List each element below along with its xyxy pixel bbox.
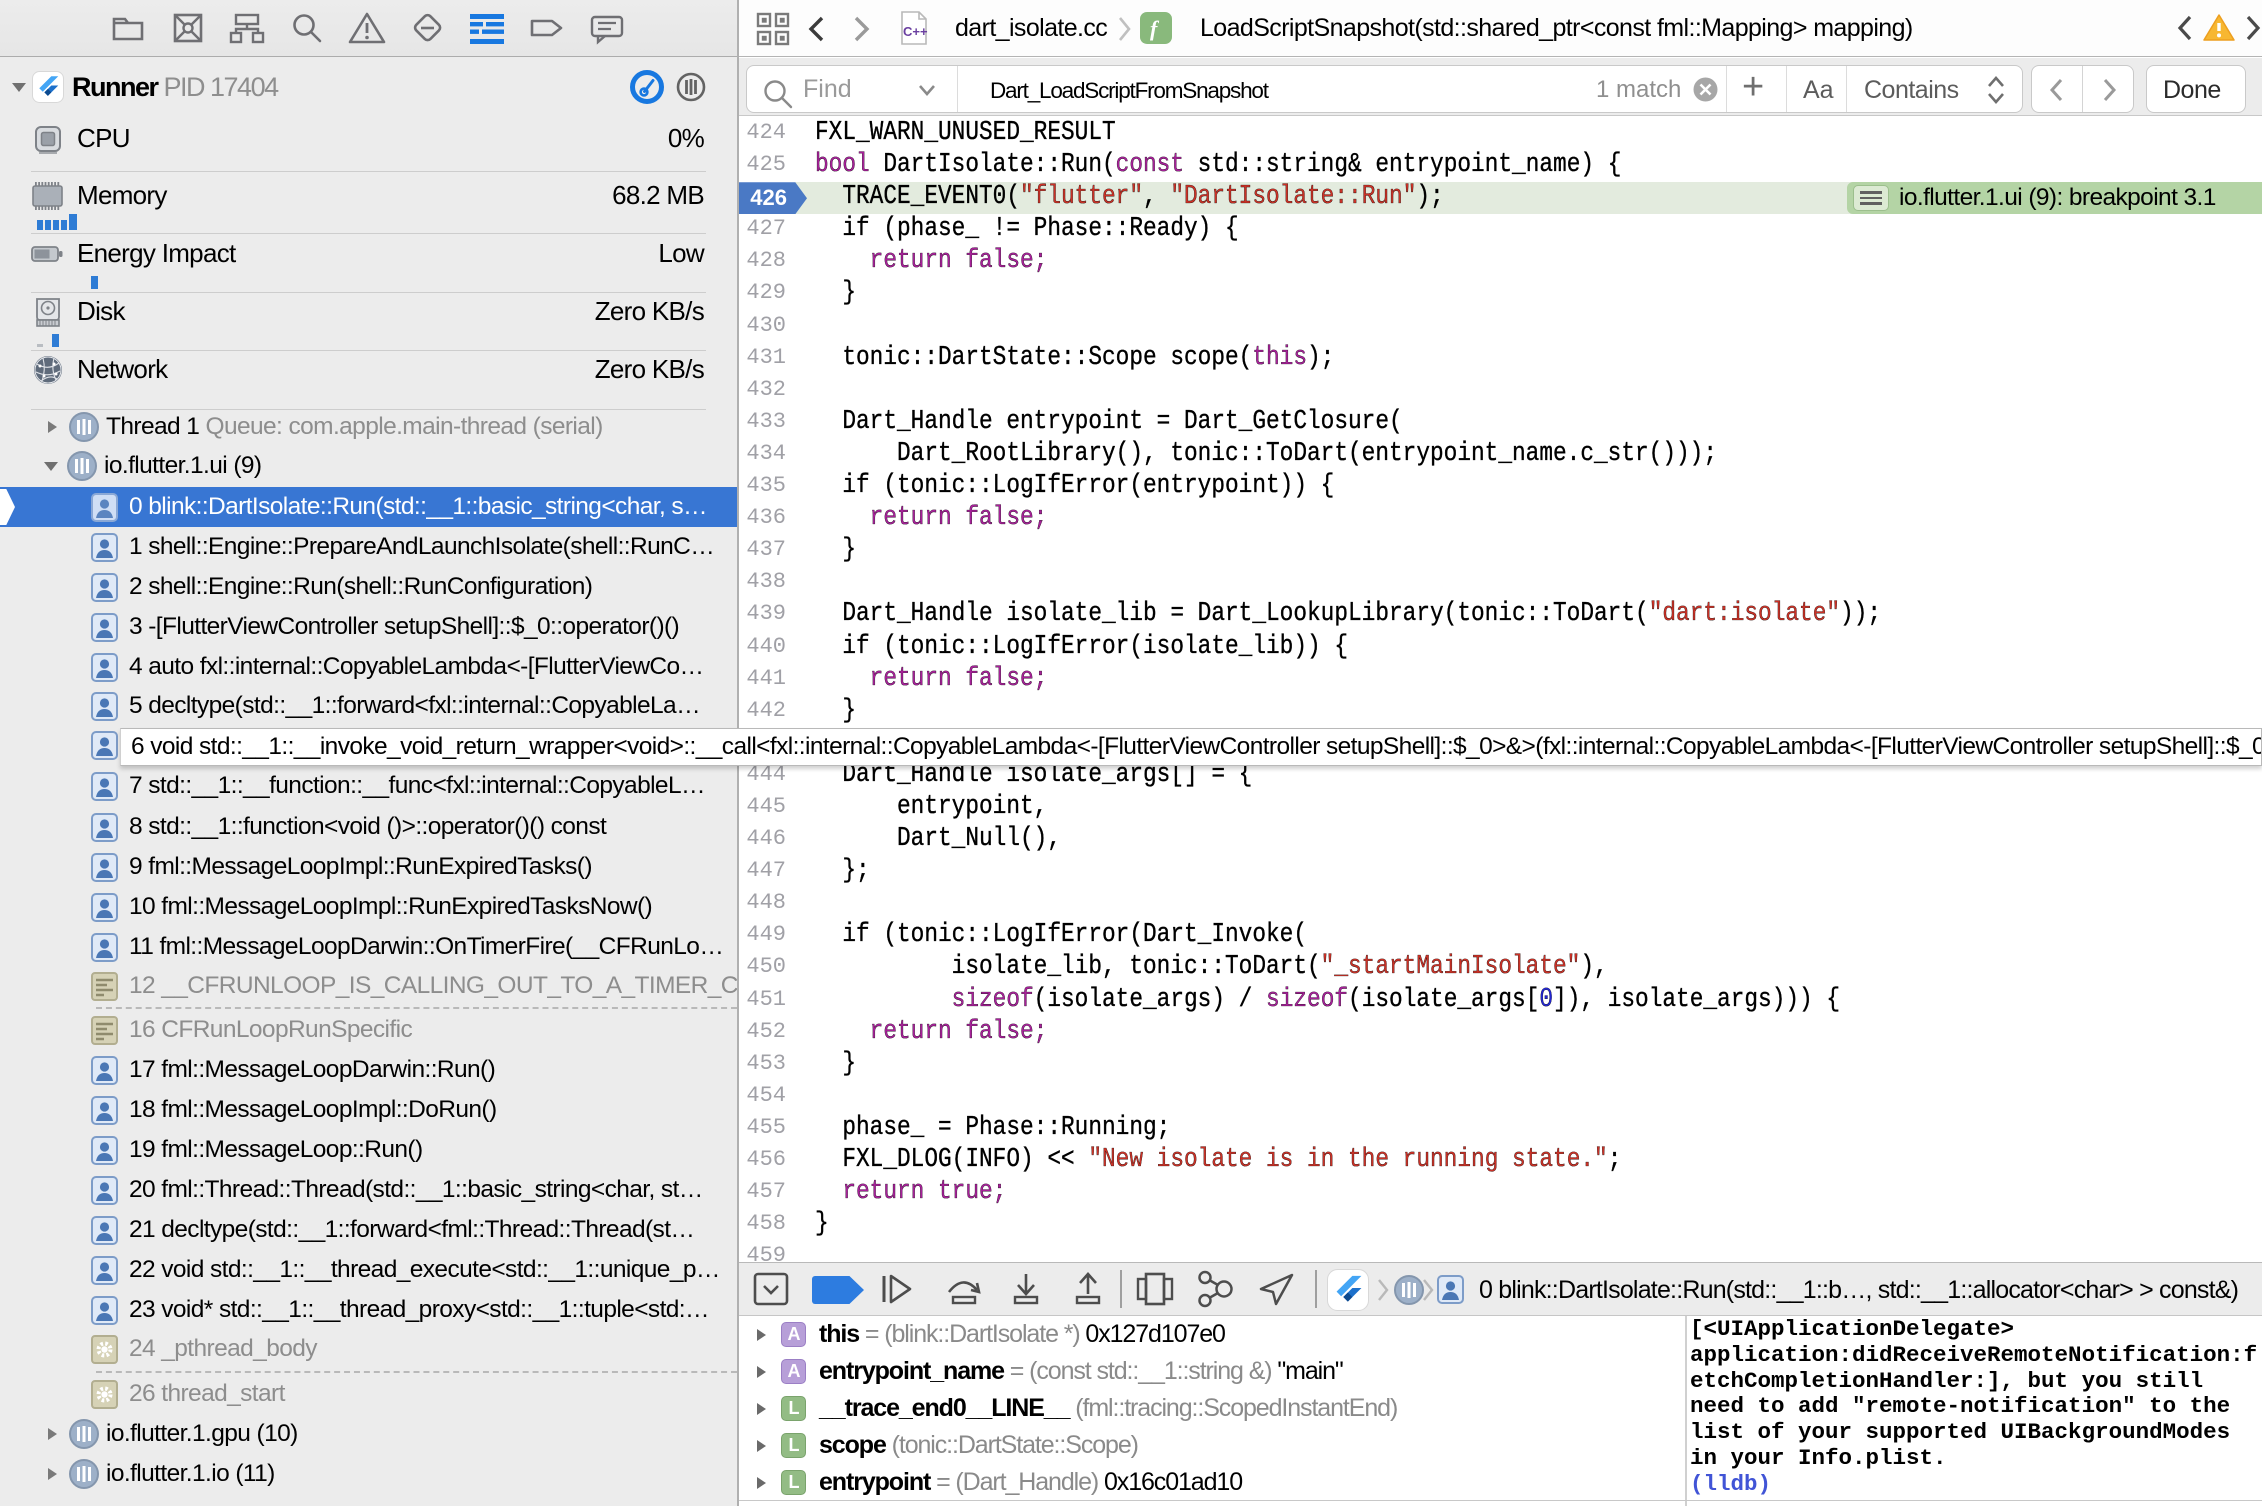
svg-text:C++: C++ [903, 24, 928, 39]
